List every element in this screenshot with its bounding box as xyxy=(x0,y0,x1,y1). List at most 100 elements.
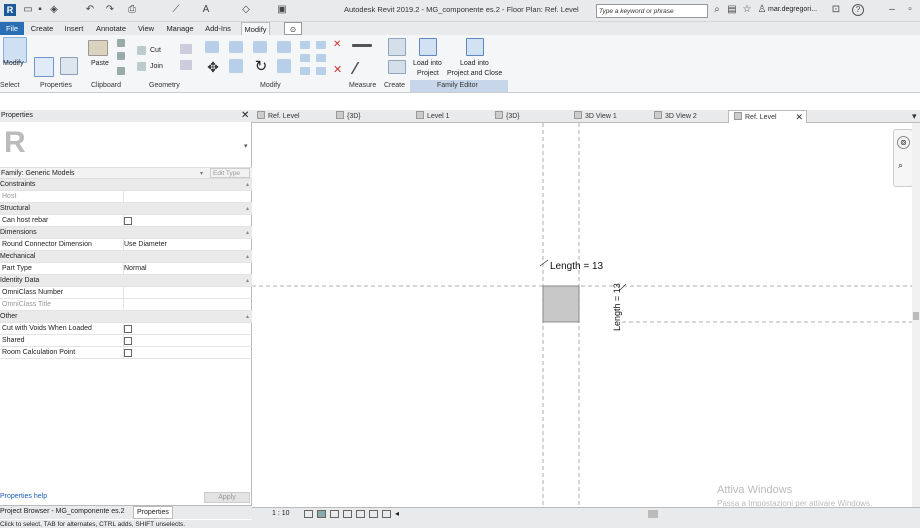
tab-properties[interactable]: Properties xyxy=(133,506,173,519)
contextual-tab-toggle[interactable]: ⊙ xyxy=(284,22,302,35)
collapse-icon[interactable]: ▴ xyxy=(246,275,249,287)
join-icon[interactable] xyxy=(137,62,146,71)
cut-clipboard-icon[interactable] xyxy=(117,39,125,47)
revit-app-icon[interactable]: R xyxy=(4,4,16,16)
collapse-icon[interactable]: ▴ xyxy=(246,227,249,239)
tab-annotate[interactable]: Annotate xyxy=(93,22,129,35)
collapse-icon[interactable]: ▴ xyxy=(246,179,249,191)
property-row[interactable]: Host xyxy=(0,191,252,203)
property-group[interactable]: Dimensions ▴ xyxy=(0,227,252,239)
properties-help-link[interactable]: Properties help xyxy=(0,493,47,500)
property-group[interactable]: Constraints ▴ xyxy=(0,179,252,191)
text-icon[interactable]: A xyxy=(200,4,212,16)
crop-view-icon[interactable] xyxy=(356,510,365,518)
switch-windows-icon[interactable]: ▣ xyxy=(276,4,288,16)
tab-project-browser[interactable]: Project Browser - MG_componente es.2 xyxy=(0,508,125,515)
property-group[interactable]: Other ▴ xyxy=(0,311,252,323)
create-similar-icon[interactable] xyxy=(388,38,406,56)
favorites-icon[interactable]: ☆ xyxy=(741,4,753,16)
help-icon[interactable]: ? xyxy=(852,4,864,16)
visual-style-icon[interactable] xyxy=(317,510,326,518)
paint-icon[interactable] xyxy=(180,60,192,70)
align-icon[interactable] xyxy=(205,41,219,53)
cut-button[interactable]: Cut xyxy=(150,47,161,54)
apply-button[interactable]: Apply xyxy=(204,492,250,503)
dimension-label-vertical[interactable]: Length = 13 xyxy=(612,283,622,331)
property-row[interactable]: Can host rebar xyxy=(0,215,252,227)
create-group-icon[interactable] xyxy=(388,60,406,74)
panel-select[interactable]: Select xyxy=(0,82,19,89)
search-input[interactable]: Type a keyword or phrase xyxy=(596,4,708,18)
scroll-left-icon[interactable]: ◂ xyxy=(395,509,399,518)
offset-icon[interactable] xyxy=(229,41,243,53)
type-selector-dropdown-icon[interactable]: ▾ xyxy=(244,142,248,150)
edit-type-button[interactable]: Edit Type xyxy=(210,168,250,178)
measure-distance-icon[interactable] xyxy=(352,44,372,47)
binoculars-icon[interactable]: ⌕ xyxy=(711,4,723,16)
collapse-icon[interactable]: ▴ xyxy=(246,251,249,263)
property-checkbox[interactable] xyxy=(124,217,132,225)
property-checkbox[interactable] xyxy=(124,349,132,357)
pin-icon[interactable] xyxy=(316,54,326,62)
subscription-icon[interactable]: ▤ xyxy=(726,4,738,16)
panel-measure[interactable]: Measure xyxy=(349,82,376,89)
load-into-project-label-2[interactable]: Project xyxy=(417,70,439,77)
user-name[interactable]: mar.degregori... xyxy=(768,6,817,13)
tab-insert[interactable]: Insert xyxy=(62,22,86,35)
aligned-dimension-icon[interactable] xyxy=(350,62,376,74)
modify-button[interactable]: Modify xyxy=(3,60,24,67)
dimension-label-horizontal[interactable]: Length = 13 xyxy=(550,261,603,272)
paste-icon[interactable] xyxy=(88,40,108,56)
load-into-project-close-label-1[interactable]: Load into xyxy=(460,60,489,67)
scale-icon[interactable] xyxy=(300,67,310,75)
match-type-icon[interactable] xyxy=(117,67,125,75)
tab-view[interactable]: View xyxy=(136,22,156,35)
detail-level-icon[interactable] xyxy=(304,510,313,518)
mirror-axis-icon[interactable] xyxy=(253,41,267,53)
collapse-icon[interactable]: ▴ xyxy=(246,203,249,215)
copy-icon[interactable] xyxy=(117,52,125,60)
show-crop-icon[interactable] xyxy=(369,510,378,518)
sync-icon[interactable]: ◈ xyxy=(48,4,60,16)
temporary-hide-icon[interactable] xyxy=(382,510,391,518)
tab-modify[interactable]: Modify xyxy=(241,22,270,35)
mirror-line-icon[interactable] xyxy=(277,41,291,53)
load-into-project-close-label-2[interactable]: Project and Close xyxy=(447,70,502,77)
steering-wheel-icon[interactable]: ⊚ xyxy=(897,136,910,149)
redo-icon[interactable]: ↷ xyxy=(104,4,116,16)
trim-icon[interactable] xyxy=(277,59,291,73)
split-icon[interactable] xyxy=(300,41,310,49)
paste-button[interactable]: Paste xyxy=(91,60,109,67)
vertical-scroll-thumb[interactable] xyxy=(913,312,919,320)
move-icon[interactable]: ✥ xyxy=(205,59,221,75)
load-into-project-icon[interactable] xyxy=(419,38,437,56)
property-row[interactable]: OmniClass Title xyxy=(0,299,252,311)
save-icon[interactable]: ▪ xyxy=(34,4,46,16)
floor-plan-drawing[interactable] xyxy=(252,123,920,507)
property-row[interactable]: Part Type Normal xyxy=(0,263,252,275)
property-row[interactable]: Shared xyxy=(0,335,252,347)
properties-icon[interactable] xyxy=(34,57,54,77)
type-filter-row[interactable]: Family: Generic Models ▾ Edit Type xyxy=(0,167,252,179)
property-checkbox[interactable] xyxy=(124,337,132,345)
cart-icon[interactable]: ⊡ xyxy=(830,4,842,16)
property-row[interactable]: Cut with Voids When Loaded xyxy=(0,323,252,335)
property-checkbox[interactable] xyxy=(124,325,132,333)
zoom-icon[interactable]: ⌕ xyxy=(898,160,903,171)
wall-joins-icon[interactable] xyxy=(180,44,192,54)
property-group[interactable]: Structural ▴ xyxy=(0,203,252,215)
type-properties-icon[interactable] xyxy=(60,57,78,75)
tab-file[interactable]: File xyxy=(0,22,24,35)
sun-path-icon[interactable] xyxy=(330,510,339,518)
property-row[interactable]: Room Calculation Point xyxy=(0,347,252,359)
maximize-icon[interactable]: ▫ xyxy=(904,4,916,16)
tab-create[interactable]: Create xyxy=(30,22,54,35)
close-icon[interactable]: ✕ xyxy=(241,110,249,122)
shadows-icon[interactable] xyxy=(343,510,352,518)
split-gap-icon[interactable] xyxy=(316,67,326,75)
view-tab-level-1[interactable]: Level 1 xyxy=(416,110,450,123)
drawing-canvas[interactable]: Length = 13 Length = 13 ⊚ ⌕ xyxy=(252,123,920,507)
view-tab-3d-view-1[interactable]: 3D View 1 xyxy=(574,110,617,123)
open-icon[interactable]: ▭ xyxy=(22,4,34,16)
load-into-project-label-1[interactable]: Load into xyxy=(413,60,442,67)
